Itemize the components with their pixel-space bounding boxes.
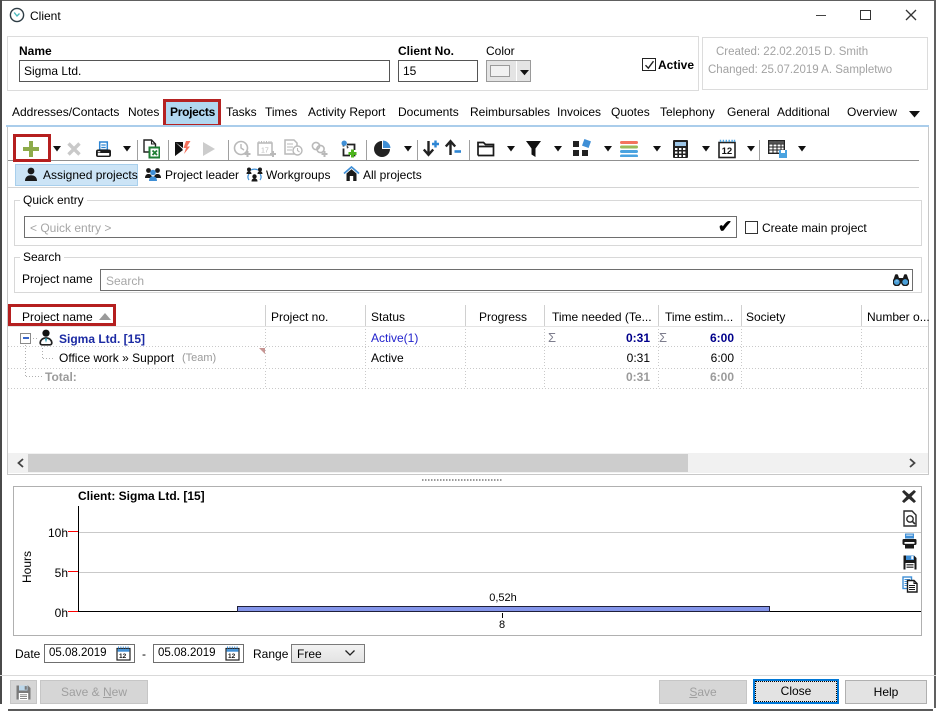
svg-text:17: 17 <box>261 148 269 155</box>
svg-text:12: 12 <box>228 653 236 660</box>
svg-text:12: 12 <box>119 653 127 660</box>
svg-text:12: 12 <box>722 146 733 157</box>
